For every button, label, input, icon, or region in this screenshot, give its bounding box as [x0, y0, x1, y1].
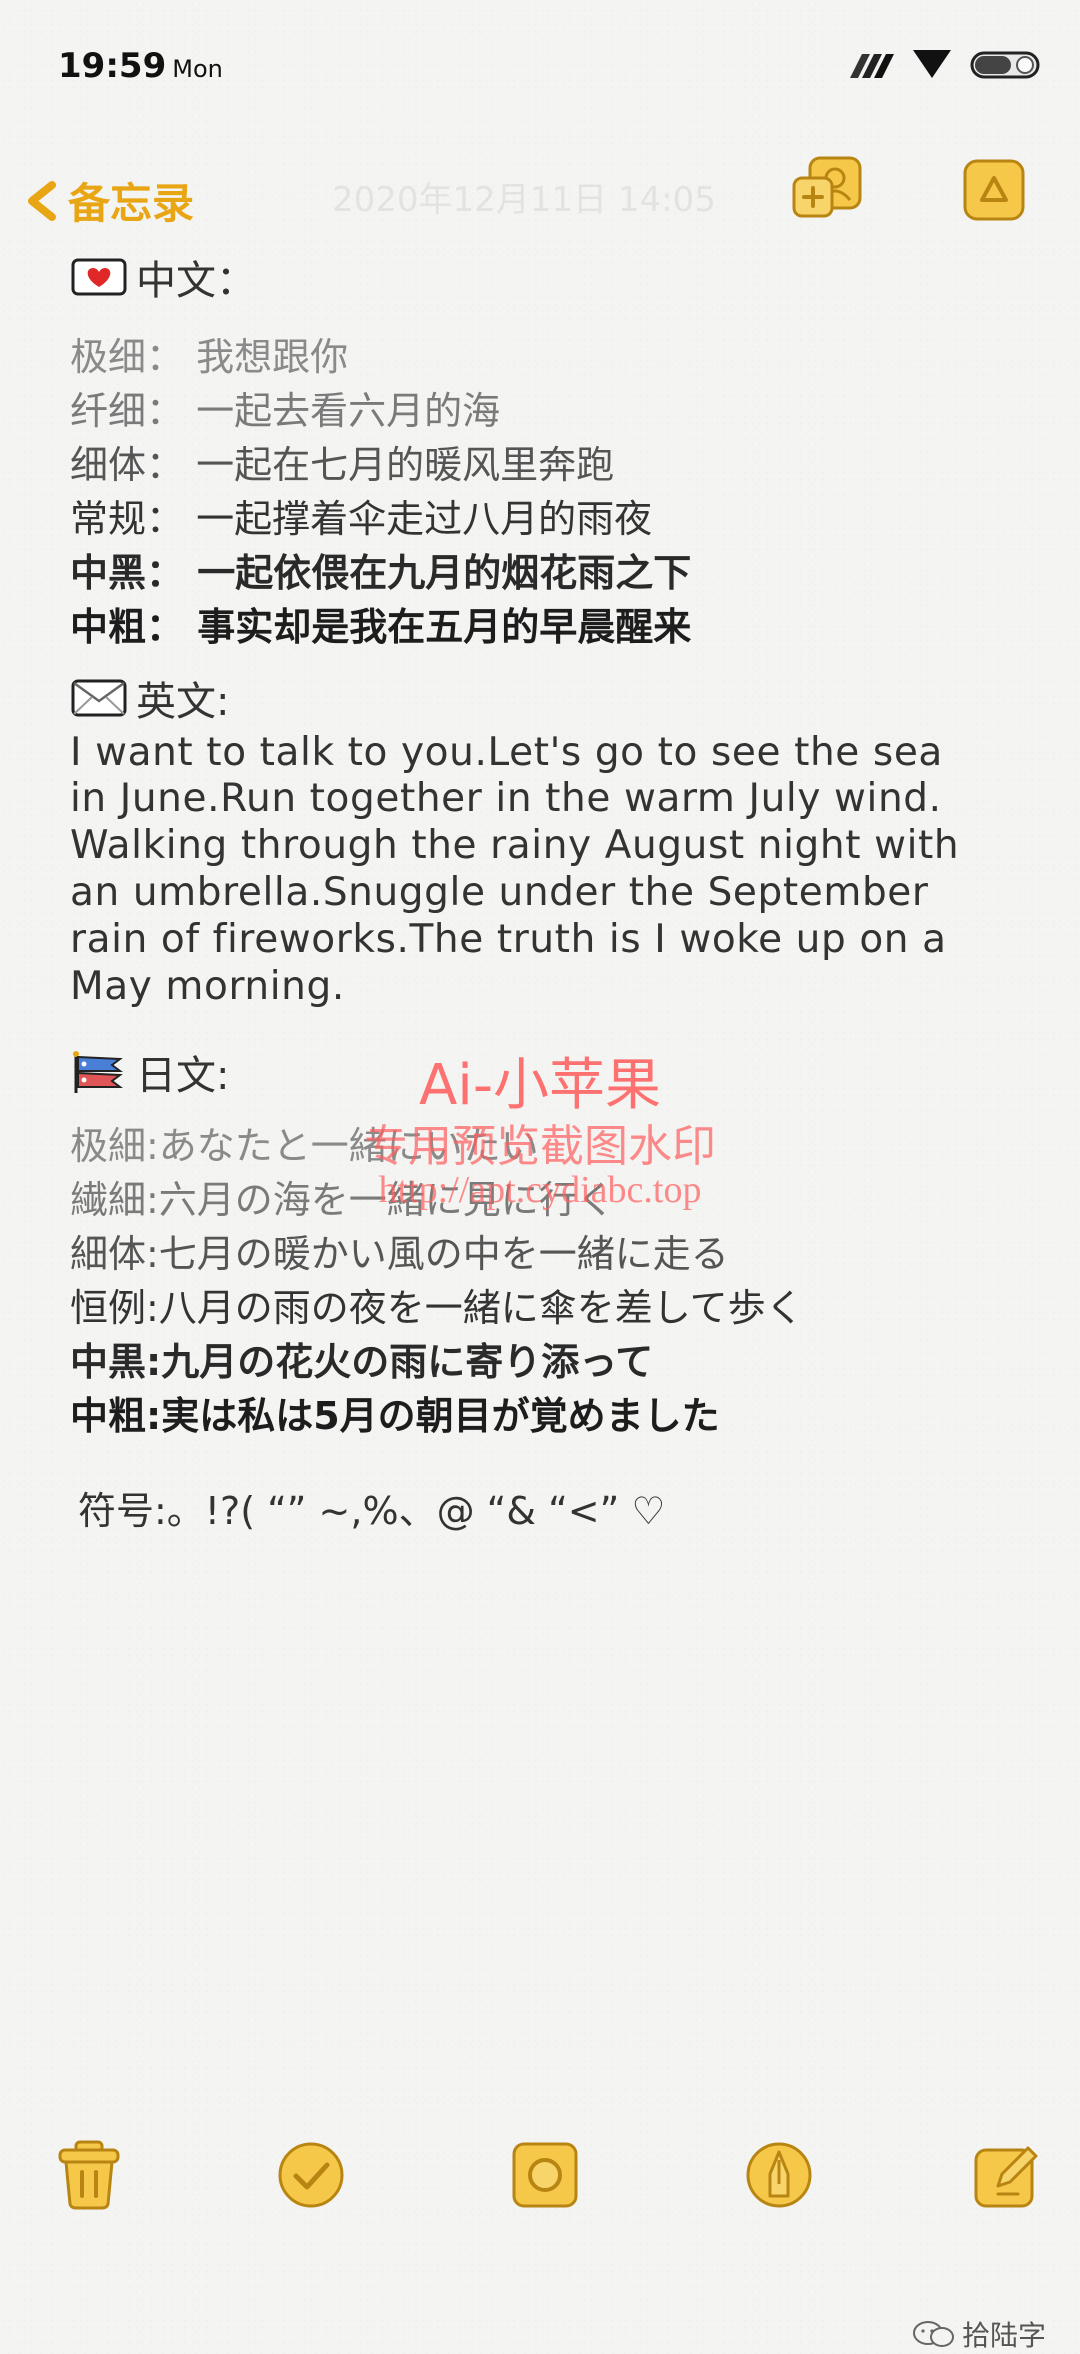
- chinese-line-1: 极细： 我想跟你: [70, 335, 349, 379]
- note-date: 2020年12月11日 14:05: [332, 180, 716, 220]
- chinese-line-2: 纤细： 一起去看六月的海: [70, 389, 501, 433]
- status-time: 19:59 Mon: [58, 46, 223, 86]
- back-button[interactable]: 备忘录: [22, 170, 194, 231]
- checklist-icon[interactable]: [276, 2138, 346, 2212]
- english-heading-text: 英文:: [136, 679, 230, 725]
- japanese-line-3: 細体:七月の暖かい風の中を一緒に走る: [70, 1232, 729, 1276]
- symbols-line: 符号:。!?( “” ~,%、@ “& “<” ♡: [78, 1489, 666, 1533]
- back-chevron-icon: [28, 180, 56, 221]
- chinese-heading: 中文：: [70, 245, 256, 309]
- menu-icon[interactable]: [962, 158, 1026, 222]
- japanese-line-5: 中黒:九月の花火の雨に寄り添って: [70, 1340, 654, 1384]
- back-label: 备忘录: [68, 179, 195, 228]
- japanese-line-1: 极細:あなたと一緒にいたい: [70, 1124, 539, 1168]
- japanese-heading-text: 日文:: [136, 1053, 230, 1099]
- chinese-line-6: 中粗： 事实却是我在五月的早晨醒来: [70, 605, 692, 649]
- wechat-icon: [913, 2321, 954, 2347]
- chinese-line-4: 常规： 一起撑着伞走过八月的雨夜: [70, 497, 653, 541]
- share-icon[interactable]: [790, 152, 866, 228]
- japanese-heading: 日文:: [70, 1040, 229, 1104]
- english-heading: 英文:: [70, 666, 229, 730]
- chinese-line-3: 细体： 一起在七月的暖风里奔跑: [70, 443, 615, 487]
- japanese-line-6: 中粗:実は私は5月の朝目が覚めました: [70, 1394, 720, 1438]
- wechat-account-mark: 拾陆字: [912, 2314, 1046, 2354]
- english-line-1: I want to talk to you.Let's go to see th…: [70, 730, 943, 775]
- camera-icon[interactable]: [510, 2138, 580, 2212]
- chinese-line-5: 中黑： 一起依偎在九月的烟花雨之下: [70, 551, 692, 595]
- english-line-4: an umbrella.Snuggle under the September: [70, 870, 929, 915]
- status-bar: 19:59 Mon: [0, 0, 1080, 130]
- chinese-heading-text: 中文：: [136, 258, 256, 304]
- english-line-2: in June.Run together in the warm July wi…: [70, 776, 942, 821]
- compose-icon[interactable]: [972, 2138, 1042, 2212]
- battery-icon: [970, 51, 1040, 79]
- pen-icon[interactable]: [744, 2138, 814, 2212]
- love-letter-icon: [71, 258, 127, 296]
- english-line-3: Walking through the rainy August night w…: [70, 823, 960, 868]
- navigation-bar: 备忘录 2020年12月11日 14:05: [0, 150, 1080, 240]
- clock-time: 19:59: [58, 46, 167, 86]
- envelope-icon: [71, 679, 127, 717]
- clock-day: Mon: [172, 55, 223, 83]
- carp-streamer-icon: [73, 1051, 123, 1093]
- english-line-5: rain of fireworks.The truth is I woke up…: [70, 917, 947, 962]
- signal-icon: [850, 54, 894, 78]
- japanese-line-2: 繊細:六月の海を一緒に見に行く: [70, 1178, 615, 1222]
- english-line-6: May morning.: [70, 964, 345, 1009]
- watermark-line-1: Ai-小苹果: [418, 1053, 662, 1118]
- wechat-label: 拾陆字: [962, 2319, 1047, 2352]
- trash-icon[interactable]: [54, 2138, 124, 2212]
- wifi-icon: [913, 50, 951, 78]
- japanese-line-4: 恒例:八月の雨の夜を一緒に傘を差して歩く: [70, 1286, 804, 1330]
